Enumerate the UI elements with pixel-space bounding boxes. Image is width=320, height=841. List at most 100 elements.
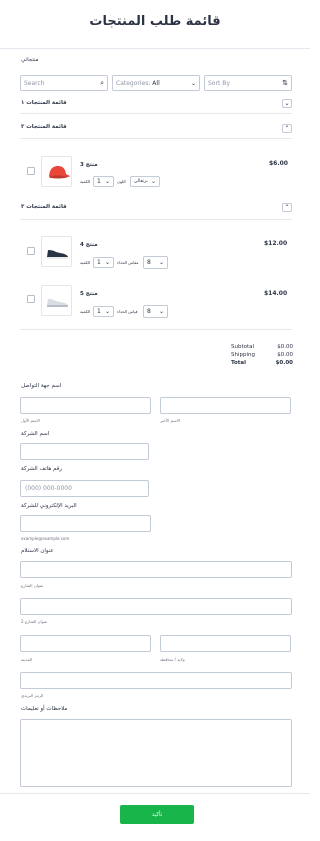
street2-sublabel: عنوان الشارع 2	[21, 619, 48, 624]
notes-textarea[interactable]	[20, 719, 292, 787]
sort-select[interactable]: Sort By ⇅	[204, 75, 292, 91]
option-value: برتقالي	[134, 179, 148, 184]
product-image	[41, 236, 72, 267]
product-checkbox[interactable]	[27, 247, 35, 255]
chevron-down-icon: ⌄	[284, 100, 290, 107]
qty-label: الكمية	[80, 260, 91, 265]
shipping-label: Shipping	[231, 352, 255, 358]
search-placeholder: Search	[24, 79, 45, 87]
product-image	[41, 285, 72, 316]
shipping-value: $0.00	[277, 352, 293, 358]
company-label: اسم الشركة	[21, 431, 50, 437]
city-sublabel: المدينة	[21, 657, 33, 662]
option-select[interactable]: برتقالي ⌄	[130, 176, 160, 187]
subtotal-label: Subtotal	[231, 344, 255, 350]
totals-block: Subtotal $0.00 Shipping $0.00 Total $0.0…	[231, 344, 293, 368]
product-price: $6.00	[269, 160, 288, 167]
chevron-down-icon: ⌄	[190, 79, 196, 87]
option-label: قياس الحذاء	[117, 309, 138, 314]
phone-label: رقم هاتف الشركة	[21, 466, 62, 472]
option-select[interactable]: 8 ⌄	[143, 256, 168, 269]
categories-select[interactable]: Categories: All ⌄	[112, 75, 200, 91]
phone-placeholder: (000) 000-0000	[25, 485, 72, 492]
email-label: البريد الإلكتروني للشركة	[21, 503, 77, 509]
total-label: Total	[231, 360, 247, 366]
email-input[interactable]	[20, 515, 151, 532]
subtotal-value: $0.00	[277, 344, 293, 350]
street2-input[interactable]	[20, 598, 292, 615]
chevron-down-icon: ⌄	[150, 178, 156, 185]
city-input[interactable]	[20, 635, 151, 652]
sort-icon: ⇅	[282, 79, 288, 87]
search-input[interactable]: Search ⌕	[20, 75, 108, 91]
phone-input[interactable]: (000) 000-0000	[20, 480, 149, 497]
chevron-down-icon: ⌄	[104, 308, 110, 315]
footer-divider	[0, 793, 310, 794]
chevron-down-icon: ⌄	[104, 259, 110, 266]
section-divider	[20, 113, 292, 114]
chevron-down-icon: ⌄	[104, 178, 110, 185]
last-name-sublabel: الاسم الأخير	[160, 418, 180, 423]
submit-label: تأكيد	[151, 811, 163, 818]
notes-label: ملاحظات أو تعليمات	[21, 706, 68, 712]
products-divider	[20, 329, 292, 330]
street-input[interactable]	[20, 561, 292, 578]
header-divider	[0, 48, 310, 49]
qty-select[interactable]: 1 ⌄	[93, 257, 114, 268]
qty-select[interactable]: 1 ⌄	[93, 176, 114, 187]
sneaker-white-icon	[47, 299, 68, 307]
cap-icon	[49, 166, 70, 179]
product-name: منتج 4	[80, 242, 98, 248]
categories-label: Categories:	[116, 79, 151, 87]
product-name: منتج 3	[80, 162, 98, 168]
zip-sublabel: الرمز البريدي	[21, 693, 44, 698]
option-label: مقاس الحذاء	[117, 260, 139, 265]
first-name-sublabel: الاسم الأول	[21, 418, 40, 423]
product-price: $12.00	[264, 240, 288, 247]
search-icon: ⌕	[100, 78, 104, 87]
qty-label: الكمية	[80, 179, 91, 184]
sort-placeholder: Sort By	[208, 79, 230, 87]
qty-value: 1	[97, 259, 101, 266]
section-2-toggle[interactable]: ⌃	[282, 124, 292, 133]
product-checkbox[interactable]	[27, 295, 35, 303]
street-sublabel: عنوان الشارع	[21, 583, 44, 588]
submit-button[interactable]: تأكيد	[120, 805, 194, 824]
qty-value: 1	[97, 178, 101, 185]
address-label: عنوان الاستلام	[21, 548, 54, 554]
email-sublabel: example@example.com	[21, 536, 70, 541]
products-label: منتجاتي	[21, 57, 39, 63]
company-input[interactable]	[20, 443, 149, 460]
option-value: 8	[147, 308, 151, 315]
chevron-down-icon: ⌄	[158, 259, 164, 266]
option-label: اللون	[117, 179, 126, 184]
sneaker-dark-icon	[47, 250, 68, 259]
chevron-up-icon: ⌃	[284, 204, 290, 211]
chevron-up-icon: ⌃	[284, 125, 290, 132]
section-1-toggle[interactable]: ⌄	[282, 99, 292, 108]
section-divider	[20, 219, 292, 220]
last-name-input[interactable]	[160, 397, 291, 414]
section-3-toggle[interactable]: ⌃	[282, 203, 292, 212]
section-3-title: قائمة المنتجات ٣	[21, 204, 67, 210]
product-name: منتج 5	[80, 291, 98, 297]
section-2-title: قائمة المنتجات ٢	[21, 124, 67, 130]
section-1-title: قائمة المنتجات ١	[21, 100, 67, 106]
section-divider	[20, 138, 292, 139]
product-image	[41, 156, 72, 187]
option-select[interactable]: 8 ⌄	[143, 305, 168, 318]
state-sublabel: ولاية / محافظة	[160, 657, 185, 662]
contact-name-label: اسم جهة التواصل	[21, 383, 62, 389]
state-input[interactable]	[160, 635, 291, 652]
qty-value: 1	[97, 308, 101, 315]
qty-label: الكمية	[80, 309, 91, 314]
categories-value: All	[152, 79, 160, 87]
zip-input[interactable]	[20, 672, 292, 689]
option-value: 8	[147, 259, 151, 266]
form-title: قائمة طلب المنتجات	[89, 14, 221, 29]
total-value: $0.00	[275, 360, 293, 366]
first-name-input[interactable]	[20, 397, 151, 414]
product-checkbox[interactable]	[27, 167, 35, 175]
product-price: $14.00	[264, 290, 288, 297]
qty-select[interactable]: 1 ⌄	[93, 306, 114, 317]
